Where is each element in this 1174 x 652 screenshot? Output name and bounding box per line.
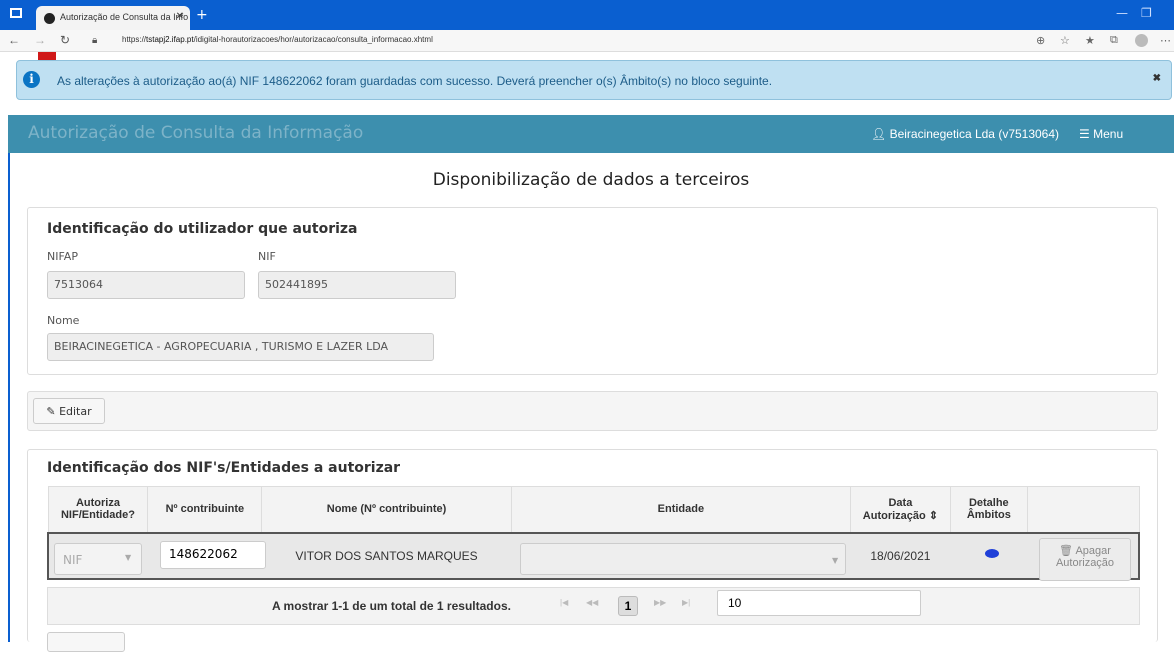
read-aloud-icon[interactable]: ☆ [1060, 34, 1070, 47]
col-contribuinte: Nº contribuinte [147, 486, 263, 533]
info-icon: i [23, 71, 40, 88]
app-navbar: Autorização de Consulta da Informação 👤︎… [8, 115, 1174, 153]
profile-icon[interactable] [1135, 34, 1148, 47]
next-page-icon[interactable]: ▶▶ [654, 598, 666, 607]
nif-label: NIF [258, 250, 276, 263]
nifap-field: 7513064 [47, 271, 245, 299]
page-title: Disponibilização de dados a terceiros [432, 170, 750, 190]
chevron-down-icon: ▼ [125, 553, 132, 562]
collections-icon[interactable]: ⧉ [1110, 34, 1118, 47]
bottom-button[interactable] [47, 632, 125, 652]
pencil-icon: ✎ [46, 405, 60, 418]
success-alert: i As alterações à autorização ao(á) NIF … [16, 60, 1172, 100]
menu-button[interactable]: ☰ Menu [1079, 127, 1123, 141]
user-section-title: Identificação do utilizador que autoriza [47, 221, 358, 237]
forward-icon[interactable]: → [34, 33, 46, 47]
page-edge [8, 153, 10, 642]
list-icon: ☰ [1079, 127, 1094, 141]
entidade-chevron-icon: ▼ [832, 556, 839, 565]
zoom-icon[interactable]: ⊕ [1036, 34, 1045, 47]
delete-authorization-button[interactable]: 🗑︎ Apagar Autorização [1039, 538, 1131, 581]
sort-icon[interactable]: ⇕ [929, 510, 938, 522]
col-detalhe: Detalhe Âmbitos [949, 486, 1028, 533]
page-size-select[interactable]: 10 [717, 590, 921, 616]
edit-button[interactable]: ✎ Editar [33, 398, 105, 424]
paginator: A mostrar 1-1 de um total de 1 resultado… [47, 587, 1140, 625]
new-tab-icon[interactable]: + [196, 7, 208, 23]
edit-toolbar [27, 391, 1158, 431]
nome-field: BEIRACINEGETICA - AGROPECUARIA , TURISMO… [47, 333, 434, 361]
browser-titlebar: Autorização de Consulta da Info ✕ + — ❐ [0, 0, 1174, 30]
last-page-icon[interactable]: ▶| [682, 598, 690, 607]
refresh-icon[interactable]: ↻ [60, 33, 70, 47]
cell-nome: VITOR DOS SANTOS MARQUES [261, 531, 512, 580]
user-icon: 👤︎ [871, 127, 890, 141]
user-menu[interactable]: 👤︎ Beiracinegetica Lda (v7513064) [871, 127, 1059, 141]
col-data[interactable]: Data Autorização ⇕ [849, 486, 951, 533]
col-actions [1026, 486, 1140, 533]
prev-page-icon[interactable]: ◀◀ [586, 598, 598, 607]
nome-label: Nome [47, 314, 80, 327]
close-alert-icon[interactable]: ✖ [1153, 73, 1161, 84]
back-icon[interactable]: ← [8, 33, 20, 47]
nifap-label: NIFAP [47, 250, 78, 263]
favicon-icon [44, 13, 55, 24]
window-menu-icon[interactable] [10, 8, 22, 18]
browser-tab[interactable]: Autorização de Consulta da Info ✕ [36, 6, 190, 30]
col-autoriza: Autoriza NIF/Entidade? [47, 486, 149, 533]
app-brand[interactable]: Autorização de Consulta da Informação [28, 123, 363, 143]
pager-summary: A mostrar 1-1 de um total de 1 resultado… [272, 599, 511, 613]
col-nome: Nome (Nº contribuinte) [261, 486, 512, 533]
address-bar: ← → ↻ 🔒︎ https://tstapj2.ifap.pt/idigita… [0, 30, 1174, 52]
url-field[interactable]: https://tstapj2.ifap.pt/idigital-horauto… [122, 35, 433, 44]
page-1-button[interactable]: 1 [618, 596, 638, 616]
cell-data: 18/06/2021 [850, 531, 951, 580]
maximize-icon[interactable]: ❐ [1141, 6, 1152, 20]
alert-message: As alterações à autorização ao(á) NIF 14… [57, 74, 773, 88]
eye-icon[interactable] [985, 549, 999, 558]
entidade-select[interactable] [520, 543, 846, 575]
contribuinte-input[interactable]: 148622062 [160, 541, 266, 569]
nif-field: 502441895 [258, 271, 456, 299]
favorites-icon[interactable]: ★ [1085, 34, 1095, 47]
autoriza-select[interactable]: NIF ▼ [54, 543, 142, 575]
minimize-icon[interactable]: — [1116, 6, 1128, 20]
table-header-row: Autoriza NIF/Entidade? Nº contribuinte No… [47, 486, 1140, 533]
lock-icon: 🔒︎ [92, 35, 98, 46]
close-tab-icon[interactable]: ✕ [176, 11, 184, 22]
entities-section-title: Identificação dos NIF's/Entidades a auto… [47, 460, 401, 476]
col-entidade: Entidade [510, 486, 851, 533]
trash-icon: 🗑︎ [1059, 545, 1076, 557]
first-page-icon[interactable]: |◀ [560, 598, 568, 607]
more-icon[interactable]: ⋯ [1160, 34, 1171, 47]
